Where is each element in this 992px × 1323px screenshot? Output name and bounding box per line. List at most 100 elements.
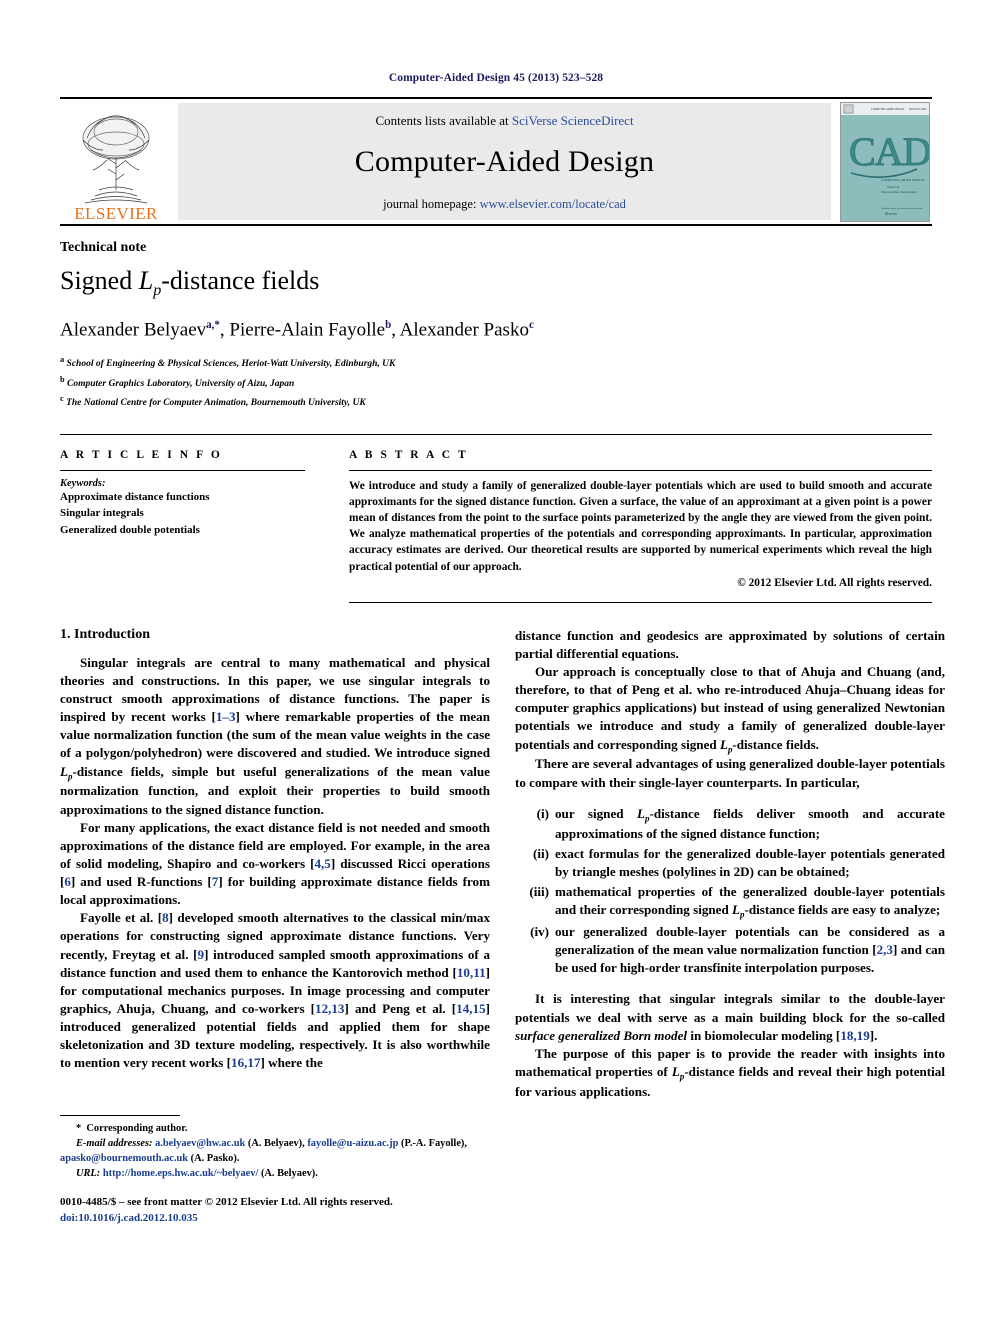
text-run: in biomolecular modeling [ [687, 1027, 841, 1043]
doi-line[interactable]: doi:10.1016/j.cad.2012.10.035 [60, 1211, 490, 1227]
citation-ref[interactable]: 4,5 [314, 856, 330, 871]
title-part-2: -distance fields [161, 266, 320, 295]
email-owner: (A. Belyaev), [245, 1137, 308, 1149]
svg-text:COMPUTER-AIDED DESIGN: COMPUTER-AIDED DESIGN [871, 108, 904, 111]
footnote-corresponding-author: * Corresponding author. [60, 1121, 490, 1136]
email-owner: (P.-A. Fayolle), [398, 1137, 467, 1149]
math-L: L [637, 805, 646, 821]
abstract-rule-top [349, 469, 932, 471]
paragraph: Our approach is conceptually close to th… [515, 663, 945, 755]
advantages-list: (i) our signed Lp-distance fields deliver… [515, 805, 945, 978]
text-run: ] where the [260, 1055, 323, 1071]
contents-available-line: Contents lists available at SciVerse Sci… [375, 113, 633, 129]
list-item: (i) our signed Lp-distance fields deliver… [515, 805, 945, 843]
list-item: (iv) our generalized double-layer potenti… [515, 923, 945, 977]
citation-ref[interactable]: 12,13 [315, 1001, 344, 1016]
paragraph: For many applications, the exact distanc… [60, 819, 490, 910]
math-L: L [719, 736, 728, 752]
email-label: E-mail addresses: [76, 1137, 153, 1149]
svg-text:Volume 45: Volume 45 [887, 186, 900, 189]
math-L: L [671, 1063, 680, 1079]
paragraph: distance function and geodesics are appr… [515, 627, 945, 661]
text-run: exact formulas for the generalized doubl… [555, 845, 945, 879]
footnote-text: Corresponding author. [86, 1122, 188, 1134]
contents-prefix: Contents lists available at [375, 112, 512, 128]
affiliation-list: a School of Engineering & Physical Scien… [60, 353, 932, 412]
text-run: ]. [869, 1027, 878, 1043]
keywords-label: Keywords: [60, 477, 106, 489]
email-owner: (A. Pasko). [188, 1152, 240, 1164]
svg-text:Elsevier: Elsevier [885, 212, 898, 216]
list-marker: (ii) [533, 845, 549, 861]
list-item: (ii) exact formulas for the generalized d… [515, 845, 945, 881]
footnote-rule [60, 1114, 180, 1116]
elsevier-wordmark: ELSEVIER [74, 204, 158, 223]
citation-ref[interactable]: 10,11 [457, 965, 486, 980]
left-column: 1. Introduction Singular integrals are c… [60, 627, 490, 1227]
article-info-column: A R T I C L E I N F O Keywords: Approxim… [60, 449, 305, 603]
author-name[interactable]: Alexander Pasko [400, 319, 529, 340]
title-part-1: Signed [60, 266, 139, 295]
email-link[interactable]: a.belyaev@hw.ac.uk [155, 1138, 245, 1149]
homepage-url-link[interactable]: http://home.eps.hw.ac.uk/~belyaev/ [103, 1168, 259, 1179]
text-run: Our approach is conceptually close to th… [515, 664, 945, 752]
section-heading-introduction: 1. Introduction [60, 626, 150, 642]
paper-page: Computer-Aided Design 45 (2013) 523–528 … [0, 0, 992, 1323]
author-name[interactable]: Alexander Belyaev [60, 319, 206, 340]
paragraph: There are several advantages of using ge… [515, 756, 945, 790]
email-link[interactable]: fayolle@u-aizu.ac.jp [307, 1138, 398, 1149]
list-marker: (i) [536, 805, 549, 821]
svg-text:Available online at www.scienc: Available online at www.sciencedirect.co… [881, 207, 923, 210]
paragraph: Singular integrals are central to many m… [60, 654, 490, 819]
citation-ref[interactable]: 14,15 [456, 1001, 485, 1016]
list-marker: (iv) [530, 924, 549, 940]
citation-ref[interactable]: 18,19 [840, 1028, 869, 1043]
abstract-rule-bottom [349, 601, 932, 603]
citation-ref[interactable]: 1–3 [216, 709, 236, 724]
text-run: Fayolle et al. [ [80, 910, 163, 926]
footnote-mark: * [76, 1122, 82, 1134]
text-run: ] and used R-functions [ [70, 874, 212, 890]
text-run: -distance fields, simple but useful gene… [60, 763, 490, 817]
author-affil-mark: b [385, 318, 392, 331]
abstract-column: A B S T R A C T We introduce and study a… [349, 449, 932, 603]
footnote-url: URL: http://home.eps.hw.ac.uk/~belyaev/ … [60, 1166, 490, 1181]
page-title: Signed Lp-distance fields [60, 266, 932, 301]
list-marker: (iii) [529, 884, 549, 900]
paragraph: Fayolle et al. [8] developed smooth alte… [60, 909, 490, 1072]
math-L: L [60, 763, 68, 779]
info-abstract-block: A R T I C L E I N F O Keywords: Approxim… [60, 433, 932, 603]
cover-image: COMPUTER-AIDED DESIGN ISSN 0010-4485 CAD… [839, 101, 930, 222]
cad-cover-graphic: COMPUTER-AIDED DESIGN ISSN 0010-4485 CAD… [840, 102, 929, 221]
affiliation-mark: b [60, 374, 65, 384]
journal-title: Computer-Aided Design [354, 144, 655, 178]
url-owner: (A. Belyaev). [258, 1167, 318, 1179]
journal-homepage-link[interactable]: www.elsevier.com/locate/cad [480, 197, 626, 211]
text-run: our signed [555, 805, 638, 821]
keyword-item: Singular integrals [60, 507, 144, 520]
footnote-emails: E-mail addresses: a.belyaev@hw.ac.uk (A.… [60, 1136, 490, 1166]
svg-text:COMPUTER-AIDED DESIGN: COMPUTER-AIDED DESIGN [881, 178, 925, 182]
citation-ref[interactable]: 16,17 [231, 1055, 260, 1070]
text-run: -distance fields. [732, 736, 819, 752]
author-list: Alexander Belyaeva,*, Pierre-Alain Fayol… [60, 318, 534, 341]
journal-masthead: ELSEVIER Contents lists available at Sci… [60, 99, 932, 226]
email-link[interactable]: apasko@bournemouth.ac.uk [60, 1153, 188, 1164]
paragraph: It is interesting that singular integral… [515, 990, 945, 1044]
running-head: Computer-Aided Design 45 (2013) 523–528 [388, 72, 604, 84]
affiliation-mark: a [60, 355, 65, 365]
math-L: L [732, 902, 741, 918]
abstract-heading: A B S T R A C T [349, 448, 469, 461]
keyword-item: Generalized double potentials [60, 523, 200, 536]
author-affil-mark: c [528, 318, 534, 331]
abstract-copyright: © 2012 Elsevier Ltd. All rights reserved… [737, 576, 932, 589]
affiliation-mark: c [60, 394, 64, 404]
affiliation-text: The National Centre for Computer Animati… [66, 398, 366, 409]
sciencedirect-link[interactable]: SciVerse ScienceDirect [512, 113, 634, 128]
title-block: Technical note Signed Lp-distance fields… [60, 226, 932, 412]
emphasis-text: surface generalized Born model [515, 1027, 688, 1043]
citation-ref[interactable]: 2,3 [877, 942, 893, 957]
author-name[interactable]: Pierre-Alain Fayolle [229, 319, 385, 340]
affiliation-text: School of Engineering & Physical Science… [66, 359, 396, 370]
affiliation-item: a School of Engineering & Physical Scien… [60, 353, 932, 373]
